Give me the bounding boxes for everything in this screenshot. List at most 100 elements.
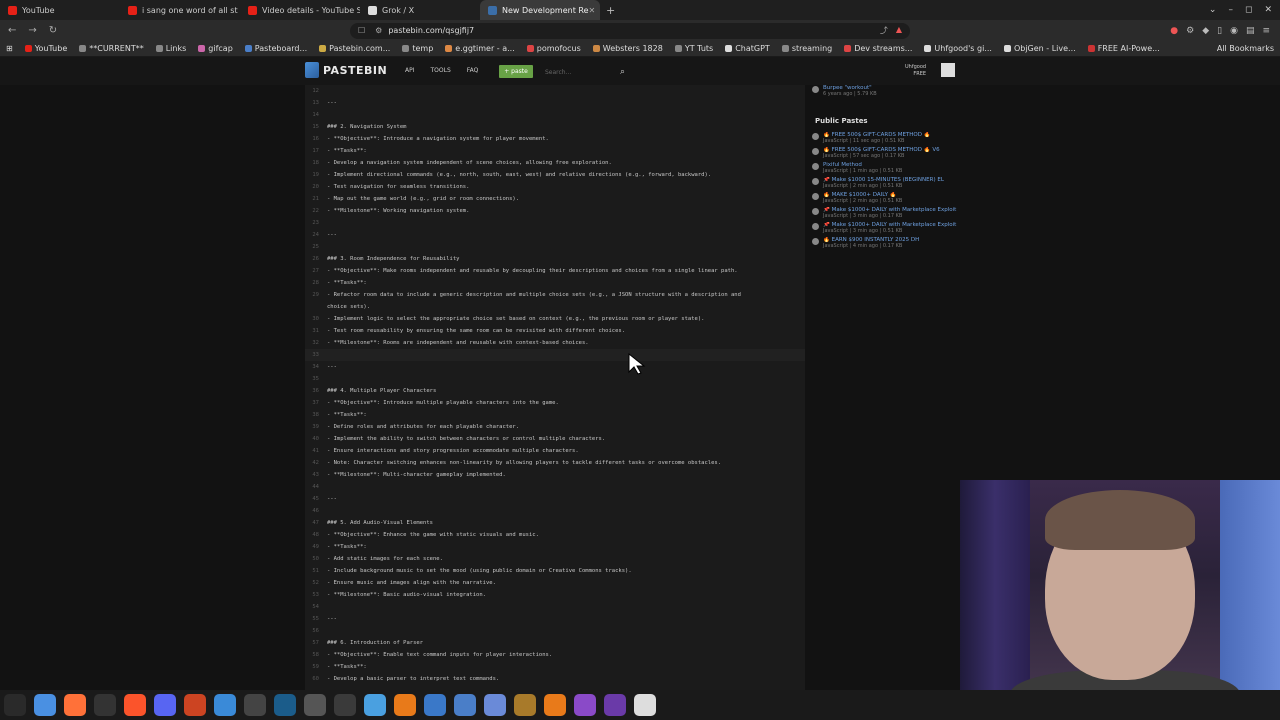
steam-icon[interactable]: [244, 694, 266, 716]
bookmark-label[interactable]: **CURRENT**: [89, 44, 143, 53]
code-line[interactable]: 20 - Test navigation for seamless transi…: [305, 181, 805, 193]
tab-search-icon[interactable]: ⌄: [1209, 5, 1217, 15]
files-icon[interactable]: [34, 694, 56, 716]
code-text[interactable]: - Test navigation for seamless transitio…: [327, 184, 469, 190]
code-text[interactable]: - Include background music to set the mo…: [327, 568, 632, 574]
bookmark-item[interactable]: Pasteboard...: [244, 44, 307, 53]
code-line[interactable]: 43 - **Milestone**: Multi-character gamep…: [305, 469, 805, 481]
app-icon[interactable]: [184, 694, 206, 716]
extension-icon[interactable]: ●: [1170, 26, 1178, 36]
github-desktop-icon[interactable]: [604, 694, 626, 716]
code-line[interactable]: 55 ---: [305, 613, 805, 625]
code-text[interactable]: ### 3. Room Independence for Reusability: [327, 256, 459, 262]
code-line[interactable]: 35: [305, 373, 805, 385]
code-text[interactable]: ---: [327, 496, 337, 502]
paste-list-item[interactable]: Pixiful Method JavaScript | 1 min ago | 0…: [812, 162, 962, 174]
code-text[interactable]: - **Objective**: Introduce multiple play…: [327, 400, 559, 406]
code-line[interactable]: 25: [305, 241, 805, 253]
bookmark-item[interactable]: Uhfgood's gi...: [924, 44, 992, 53]
tab-label[interactable]: YouTube: [22, 6, 55, 15]
code-line[interactable]: 48 - **Objective**: Enhance the game with…: [305, 529, 805, 541]
code-text[interactable]: ### 2. Navigation System: [327, 124, 406, 130]
shield-icon[interactable]: [214, 694, 236, 716]
search-box[interactable]: Search... ⌕: [545, 66, 625, 78]
sidebar-icon[interactable]: ▯: [1217, 26, 1222, 36]
nav-tools[interactable]: TOOLS: [431, 67, 451, 74]
code-text[interactable]: - **Tasks**:: [327, 664, 367, 670]
code-line[interactable]: 46: [305, 505, 805, 517]
code-line[interactable]: 30 - Implement logic to select the appro…: [305, 313, 805, 325]
code-line[interactable]: 33: [305, 349, 805, 361]
code-line[interactable]: 40 - Implement the ability to switch bet…: [305, 433, 805, 445]
code-text[interactable]: - **Objective**: Enable text command inp…: [327, 652, 552, 658]
code-text[interactable]: - Develop a navigation system independen…: [327, 160, 612, 166]
paste-code-view[interactable]: 12 13 --- 14 15 ### 2. Navigation System 16 - *…: [305, 85, 805, 695]
all-bookmarks-button[interactable]: All Bookmarks: [1217, 44, 1274, 53]
shields-icon[interactable]: ▲: [896, 25, 902, 36]
code-line[interactable]: 56: [305, 625, 805, 637]
search-icon[interactable]: ⌕: [620, 67, 625, 77]
code-line[interactable]: 21 - Map out the game world (e.g., grid …: [305, 193, 805, 205]
code-text[interactable]: - **Tasks**:: [327, 148, 367, 154]
bookmark-label[interactable]: Pastebin.com...: [329, 44, 390, 53]
close-window-icon[interactable]: ✕: [1264, 5, 1272, 15]
paste-list-item[interactable]: 📌 Make $1000 15-MINUTES (BEGINNER) EL Jav…: [812, 177, 962, 189]
paste-list-item[interactable]: 🔥 FREE 500$ GIFT-CARDS METHOD 🔥 JavaScrip…: [812, 132, 962, 144]
bookmark-label[interactable]: FREE AI-Powe...: [1098, 44, 1160, 53]
terminal-icon[interactable]: [94, 694, 116, 716]
code-text[interactable]: - Note: Character switching enhances non…: [327, 460, 721, 466]
browser-tab[interactable]: Grok / X: [360, 0, 480, 20]
settings-icon[interactable]: [634, 694, 656, 716]
minimize-icon[interactable]: –: [1228, 5, 1233, 15]
code-text[interactable]: - **Milestone**: Basic audio-visual inte…: [327, 592, 486, 598]
paste-list-item[interactable]: 🔥 MAKE $1000+ DAILY 🔥 JavaScript | 2 min …: [812, 192, 962, 204]
code-text[interactable]: - Refactor room data to include a generi…: [327, 292, 741, 298]
bookmark-item[interactable]: ObjGen - Live...: [1003, 44, 1076, 53]
firefox-icon[interactable]: [64, 694, 86, 716]
paste-list-item[interactable]: 🔥 EARN $900 INSTANTLY 2025 DH JavaScript …: [812, 237, 962, 249]
tab-label[interactable]: Video details - YouTube S: [262, 6, 360, 15]
nav-api[interactable]: API: [405, 67, 415, 74]
bookmark-item[interactable]: temp: [402, 44, 433, 53]
forward-icon[interactable]: →: [28, 25, 36, 36]
code-line[interactable]: 49 - **Tasks**:: [305, 541, 805, 553]
code-text[interactable]: ### 4. Multiple Player Characters: [327, 388, 436, 394]
code-text[interactable]: - **Objective**: Make rooms independent …: [327, 268, 738, 274]
browser-tab[interactable]: YouTube: [0, 0, 120, 20]
pastebin-logo[interactable]: PASTEBIN: [305, 62, 387, 78]
browser-icon[interactable]: [364, 694, 386, 716]
player-icon[interactable]: [394, 694, 416, 716]
code-text[interactable]: - **Tasks**:: [327, 280, 367, 286]
code-text[interactable]: ### 6. Introduction of Parser: [327, 640, 423, 646]
bookmark-label[interactable]: Websters 1828: [603, 44, 663, 53]
nav-faq[interactable]: FAQ: [467, 67, 479, 74]
code-text[interactable]: - Ensure interactions and story progress…: [327, 448, 579, 454]
dev-icon[interactable]: [274, 694, 296, 716]
code-text[interactable]: - **Objective**: Introduce a navigation …: [327, 136, 549, 142]
bookmark-item[interactable]: Dev streams...: [844, 44, 912, 53]
mint-menu-icon[interactable]: [4, 694, 26, 716]
extension-icon[interactable]: ⚙: [1186, 26, 1194, 36]
bookmark-label[interactable]: gifcap: [208, 44, 233, 53]
bookmark-item[interactable]: FREE AI-Powe...: [1087, 44, 1160, 53]
code-line[interactable]: 36 ### 4. Multiple Player Characters: [305, 385, 805, 397]
code-line[interactable]: choice sets).: [305, 301, 805, 313]
search-input[interactable]: Search...: [545, 69, 571, 76]
code-line[interactable]: 16 - **Objective**: Introduce a navigatio…: [305, 133, 805, 145]
bookmark-icon[interactable]: ☐: [358, 26, 365, 35]
discord-icon[interactable]: [154, 694, 176, 716]
code-text[interactable]: ### 5. Add Audio-Visual Elements: [327, 520, 433, 526]
tool-icon[interactable]: [514, 694, 536, 716]
code-text[interactable]: - **Objective**: Enhance the game with s…: [327, 532, 539, 538]
code-text[interactable]: - **Tasks**:: [327, 544, 367, 550]
paste-list-item[interactable]: Burpee "workout" 6 years ago | 5.79 KB: [812, 85, 962, 97]
code-text[interactable]: - Implement logic to select the appropri…: [327, 316, 705, 322]
url-bar[interactable]: ☐ ⚙ pastebin.com/qsgjfij7 ⤴ ▲: [350, 22, 910, 39]
code-line[interactable]: 32 - **Milestone**: Rooms are independent…: [305, 337, 805, 349]
document-icon[interactable]: [454, 694, 476, 716]
code-text[interactable]: choice sets).: [327, 304, 370, 310]
calculator-icon[interactable]: [304, 694, 326, 716]
bookmark-item[interactable]: YouTube: [24, 44, 67, 53]
bookmark-label[interactable]: Pasteboard...: [255, 44, 307, 53]
camera-icon[interactable]: [334, 694, 356, 716]
